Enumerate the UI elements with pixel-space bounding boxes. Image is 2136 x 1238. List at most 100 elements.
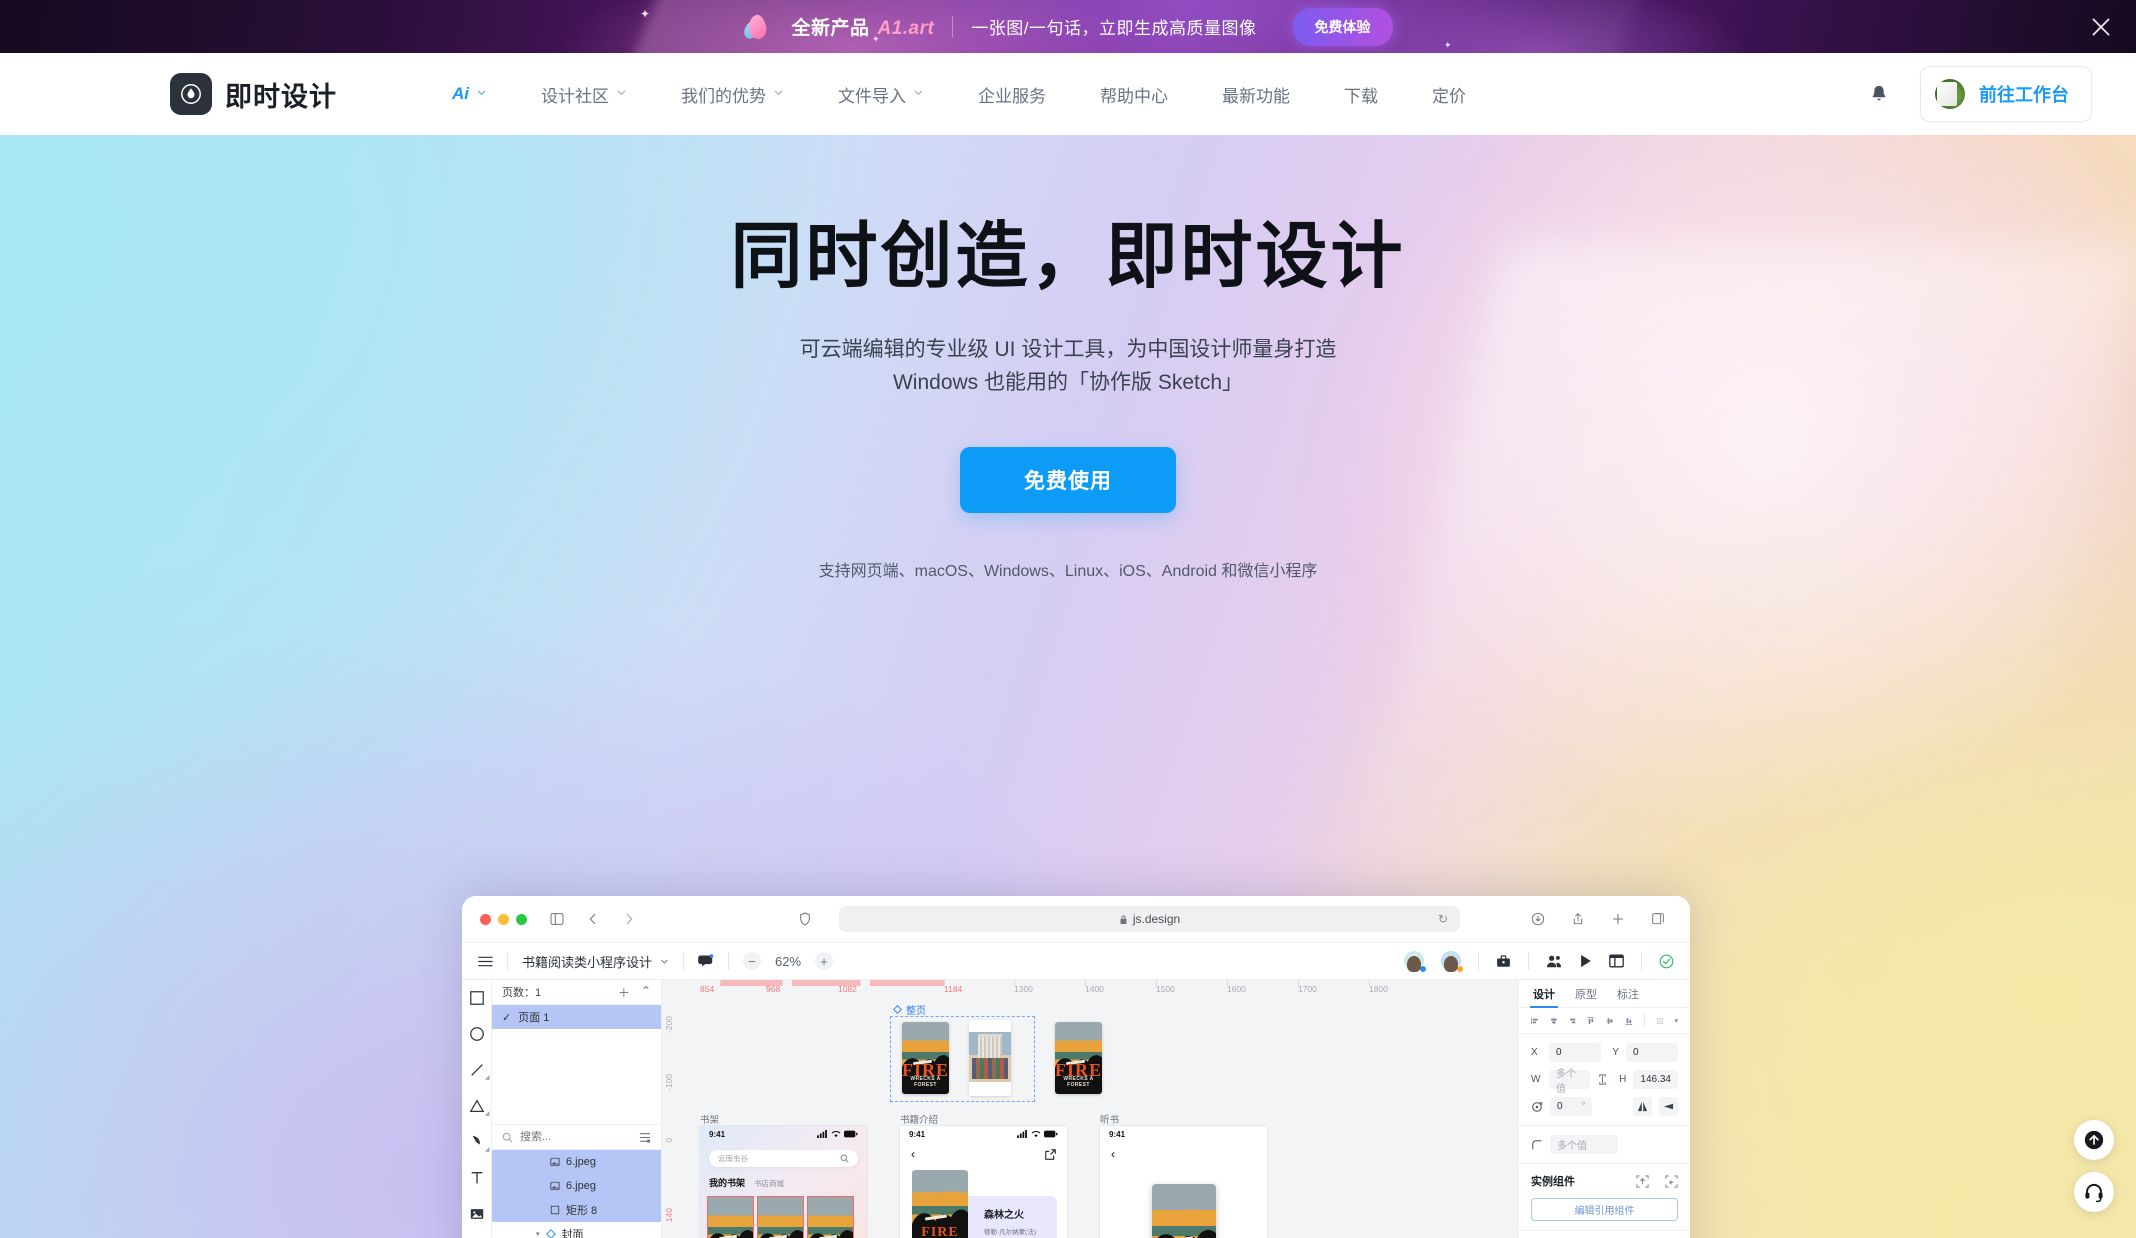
layer-row[interactable]: 6.jpeg — [492, 1174, 661, 1198]
align-bottom-icon[interactable] — [1625, 1015, 1633, 1027]
book-thumbnail[interactable]: FIREWRECKS A FOREST — [807, 1196, 854, 1238]
artboard-label[interactable]: 书架 — [700, 1112, 719, 1126]
y-input[interactable]: 0 — [1626, 1043, 1678, 1062]
comment-icon[interactable] — [698, 954, 714, 968]
minimize-window-dot[interactable] — [498, 913, 509, 925]
new-tab-icon[interactable] — [1610, 911, 1626, 927]
distribute-grid-icon[interactable] — [1656, 1015, 1664, 1027]
file-name-dropdown[interactable]: 书籍阅读类小程序设计 — [522, 952, 669, 971]
layout-icon[interactable] — [1609, 954, 1624, 968]
book-thumbnail[interactable]: FIREWRECKS A FOREST — [707, 1196, 754, 1238]
tab-my-bookshelf[interactable]: 我的书架 — [709, 1176, 745, 1189]
w-input[interactable]: 多个值 — [1549, 1069, 1591, 1095]
filter-icon[interactable] — [639, 1132, 651, 1143]
reset-instance-icon[interactable] — [1665, 1174, 1678, 1188]
rectangle-tool-icon[interactable] — [469, 990, 485, 1006]
shield-icon[interactable] — [797, 911, 813, 927]
tab-prototype[interactable]: 原型 — [1575, 980, 1597, 1008]
chevron-down-icon[interactable]: ▾ — [1674, 1017, 1678, 1025]
layer-search[interactable] — [492, 1124, 661, 1150]
hamburger-icon[interactable] — [478, 955, 493, 968]
window-controls[interactable] — [480, 913, 527, 925]
go-to-workbench-button[interactable]: 前往工作台 — [1920, 66, 2092, 122]
artboard-book-detail[interactable]: 9:41 ‹ FIREWRECKS A FOREST — [900, 1126, 1067, 1238]
h-input[interactable]: 146.34 — [1633, 1070, 1678, 1089]
tab-bookstore[interactable]: 书店商城 — [754, 1178, 784, 1189]
address-bar[interactable]: js.design ↻ — [839, 906, 1460, 932]
close-window-dot[interactable] — [480, 913, 491, 925]
collapse-pages-icon[interactable]: ⌃ — [641, 984, 651, 1001]
share-icon[interactable] — [1045, 1148, 1056, 1160]
back-icon[interactable]: ‹ — [1111, 1147, 1115, 1161]
poster-thumbnail[interactable]: FIRE WRECKS A FOREST — [902, 1022, 949, 1094]
share-icon[interactable] — [1570, 911, 1586, 927]
nav-item-advantages[interactable]: 我们的优势 — [654, 72, 811, 117]
nav-item-community[interactable]: 设计社区 — [514, 72, 654, 117]
download-icon[interactable] — [1530, 911, 1546, 927]
nav-item-download[interactable]: 下载 — [1317, 72, 1405, 117]
x-input[interactable]: 0 — [1549, 1043, 1601, 1062]
maximize-window-dot[interactable] — [516, 913, 527, 925]
nav-item-ai[interactable]: Ai — [425, 74, 514, 114]
zoom-out-button[interactable]: − — [743, 952, 762, 970]
add-page-button[interactable]: ＋ — [618, 984, 630, 1001]
play-icon[interactable] — [1579, 954, 1592, 968]
layer-row[interactable]: ▾ 封面 — [492, 1222, 661, 1238]
layer-row[interactable]: 6.jpeg — [492, 1150, 661, 1174]
nav-item-file-import[interactable]: 文件导入 — [811, 72, 951, 117]
align-right-icon[interactable] — [1569, 1015, 1577, 1027]
reload-icon[interactable]: ↻ — [1438, 912, 1448, 926]
artboard-bookshelf[interactable]: 9:41 云南虫谷 我的书架 书店商城 — [700, 1126, 867, 1238]
nav-item-enterprise[interactable]: 企业服务 — [951, 72, 1073, 117]
brand-logo-block[interactable]: 即时设计 — [170, 73, 337, 115]
ellipse-tool-icon[interactable] — [469, 1026, 485, 1042]
poster-thumbnail-3[interactable]: FIRE WRECKS A FOREST — [1055, 1022, 1102, 1094]
artboard-label[interactable]: 听书 — [1100, 1112, 1119, 1126]
back-icon[interactable] — [585, 911, 601, 927]
nav-item-help[interactable]: 帮助中心 — [1073, 72, 1195, 117]
text-tool-icon[interactable] — [469, 1170, 485, 1186]
line-tool-icon[interactable]: ◢ — [469, 1062, 490, 1081]
align-center-h-icon[interactable] — [1550, 1015, 1558, 1027]
align-left-icon[interactable] — [1531, 1015, 1539, 1027]
collaborator-avatar[interactable] — [1404, 951, 1427, 973]
layer-row[interactable]: 矩形 8 — [492, 1198, 661, 1222]
detach-instance-icon[interactable] — [1636, 1174, 1649, 1188]
forward-icon[interactable] — [621, 911, 637, 927]
tab-annotation[interactable]: 标注 — [1617, 980, 1639, 1008]
align-top-icon[interactable] — [1587, 1015, 1595, 1027]
tab-overview-icon[interactable] — [1650, 911, 1666, 927]
chevron-down-icon[interactable]: ▾ — [536, 1230, 540, 1238]
flip-horizontal-button[interactable] — [1633, 1097, 1652, 1116]
book-cover[interactable]: FIREWRECKS A FOREST — [912, 1170, 968, 1238]
search-bar[interactable]: 云南虫谷 — [709, 1150, 858, 1167]
image-tool-icon[interactable] — [469, 1206, 485, 1222]
rotate-input[interactable]: 0 ° — [1550, 1097, 1592, 1116]
search-input[interactable] — [520, 1131, 620, 1143]
pen-tool-icon[interactable]: ◢ — [469, 1134, 490, 1153]
book-cover[interactable]: FIREWRECKS A FOREST — [1152, 1184, 1216, 1238]
edit-referenced-component-button[interactable]: 编辑引用组件 — [1531, 1198, 1678, 1221]
collaborator-avatar[interactable] — [1441, 951, 1464, 973]
close-icon[interactable] — [2088, 14, 2114, 40]
toolbox-icon[interactable] — [1496, 954, 1511, 969]
book-thumbnail[interactable]: FIREWRECKS A FOREST — [757, 1196, 804, 1238]
tab-design[interactable]: 设计 — [1530, 980, 1558, 1008]
nav-item-pricing[interactable]: 定价 — [1405, 72, 1493, 117]
sidebar-toggle-icon[interactable] — [549, 911, 565, 927]
back-to-top-button[interactable] — [2074, 1120, 2114, 1160]
poster-thumbnail-2[interactable] — [969, 1020, 1011, 1096]
corner-radius-input[interactable]: 多个值 — [1550, 1135, 1618, 1154]
link-ratio-icon[interactable] — [1597, 1073, 1608, 1086]
artboard-label[interactable]: 书籍介绍 — [900, 1112, 938, 1126]
page-item-1[interactable]: ✓ 页面 1 — [492, 1005, 661, 1029]
zoom-in-button[interactable]: + — [815, 952, 834, 970]
align-center-v-icon[interactable] — [1606, 1015, 1614, 1027]
team-icon[interactable] — [1546, 954, 1562, 968]
artboard-audiobook[interactable]: 9:41 ‹ FIREWRECKS A FOREST — [1100, 1126, 1267, 1238]
design-canvas[interactable]: 854 968 1082 1184 1300 1400 1500 1600 17… — [662, 980, 1518, 1238]
flip-vertical-button[interactable] — [1659, 1097, 1678, 1116]
free-use-button[interactable]: 免费使用 — [960, 447, 1176, 514]
nav-item-whats-new[interactable]: 最新功能 — [1195, 72, 1317, 117]
promo-cta-button[interactable]: 免费体验 — [1292, 7, 1393, 46]
